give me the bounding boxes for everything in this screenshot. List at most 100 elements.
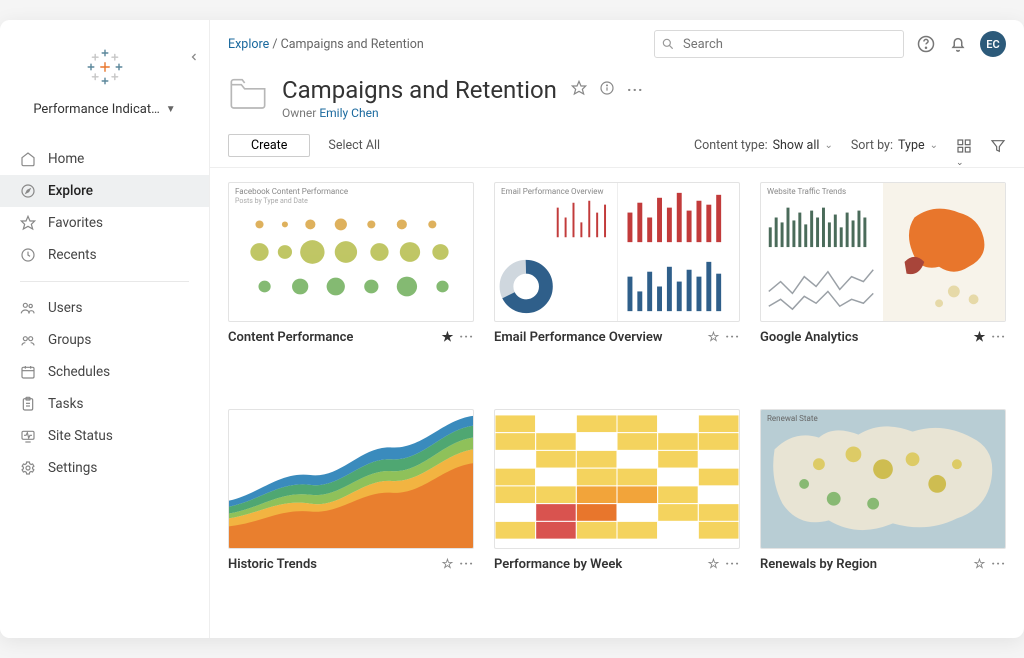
card-footer: Renewals by Region ☆ ···: [760, 549, 1006, 572]
nav-groups[interactable]: Groups: [0, 324, 209, 356]
card-more-button[interactable]: ···: [991, 330, 1006, 345]
caret-down-icon: ▼: [166, 104, 176, 115]
favorite-toggle[interactable]: ☆: [708, 330, 720, 345]
owner-line: Owner Emily Chen: [282, 106, 644, 120]
nav-favorites[interactable]: Favorites: [0, 207, 209, 239]
workbook-card[interactable]: Facebook Content Performance Posts by Ty…: [228, 182, 474, 387]
help-icon[interactable]: [916, 34, 936, 54]
info-icon[interactable]: [599, 80, 615, 100]
search-icon: [661, 36, 675, 55]
favorite-toggle[interactable]: ★: [974, 330, 986, 345]
thumb-title: Facebook Content Performance: [235, 187, 348, 196]
page-title: Campaigns and Retention: [282, 76, 557, 104]
sort-filter[interactable]: Sort by: Type ⌄: [851, 138, 938, 153]
favorite-toggle[interactable]: ☆: [442, 557, 454, 572]
card-thumbnail: [494, 409, 740, 549]
card-name: Google Analytics: [760, 330, 974, 345]
search-box: [654, 30, 904, 58]
favorite-page-button[interactable]: [571, 80, 587, 100]
card-thumbnail: Renewal State: [760, 409, 1006, 549]
create-button[interactable]: Create: [228, 134, 310, 157]
card-name: Email Performance Overview: [494, 330, 708, 345]
users-icon: [20, 300, 36, 316]
nav-home[interactable]: Home: [0, 143, 209, 175]
nav-recents[interactable]: Recents: [0, 239, 209, 271]
card-more-button[interactable]: ···: [459, 330, 474, 345]
workbook-card[interactable]: Website Traffic Trends: [760, 182, 1006, 387]
filter-label: Sort by:: [851, 138, 893, 153]
card-more-button[interactable]: ···: [991, 557, 1006, 572]
card-footer: Performance by Week ☆ ···: [494, 549, 740, 572]
card-name: Content Performance: [228, 330, 442, 345]
nav-label: Site Status: [48, 428, 113, 444]
breadcrumb-current: Campaigns and Retention: [281, 37, 424, 52]
card-thumbnail: Website Traffic Trends: [760, 182, 1006, 322]
owner-link[interactable]: Emily Chen: [319, 106, 378, 120]
content-type-filter[interactable]: Content type: Show all ⌄: [694, 138, 833, 153]
primary-nav: Home Explore Favorites Recents Users G: [0, 135, 209, 492]
workbook-card[interactable]: Historic Trends ☆ ···: [228, 409, 474, 614]
nav-label: Favorites: [48, 215, 103, 231]
filter-label: Content type:: [694, 138, 768, 153]
nav-explore[interactable]: Explore: [0, 175, 209, 207]
sidebar: Performance Indicat… ▼ Home Explore Favo…: [0, 20, 210, 638]
select-all-link[interactable]: Select All: [328, 138, 380, 153]
status-icon: [20, 428, 36, 444]
calendar-icon: [20, 364, 36, 380]
groups-icon: [20, 332, 36, 348]
app-window: Performance Indicat… ▼ Home Explore Favo…: [0, 20, 1024, 638]
nav-label: Explore: [48, 183, 93, 199]
clipboard-icon: [20, 396, 36, 412]
thumb-title: Renewal State: [767, 414, 818, 423]
workbook-card[interactable]: Renewal State: [760, 409, 1006, 614]
search-input[interactable]: [654, 30, 904, 58]
card-name: Performance by Week: [494, 557, 708, 572]
nav-label: Users: [48, 300, 82, 316]
breadcrumb-root[interactable]: Explore: [228, 37, 269, 52]
owner-label: Owner: [282, 106, 316, 120]
card-footer: Google Analytics ★ ···: [760, 322, 1006, 345]
card-more-button[interactable]: ···: [725, 557, 740, 572]
workbook-card[interactable]: Email Performance Overview: [494, 182, 740, 387]
nav-label: Settings: [48, 460, 97, 476]
gear-icon: [20, 460, 36, 476]
clock-icon: [20, 247, 36, 263]
workbook-card[interactable]: Performance by Week ☆ ···: [494, 409, 740, 614]
card-more-button[interactable]: ···: [459, 557, 474, 572]
card-footer: Email Performance Overview ☆ ···: [494, 322, 740, 345]
user-avatar[interactable]: EC: [980, 31, 1006, 57]
nav-label: Recents: [48, 247, 97, 263]
card-more-button[interactable]: ···: [725, 330, 740, 345]
page-title-block: Campaigns and Retention ··· Owner Emily …: [282, 76, 644, 120]
nav-users[interactable]: Users: [0, 292, 209, 324]
nav-schedules[interactable]: Schedules: [0, 356, 209, 388]
breadcrumb: Explore / Campaigns and Retention: [228, 37, 424, 52]
main-content: Explore / Campaigns and Retention EC Cam…: [210, 20, 1024, 638]
collapse-sidebar-button[interactable]: [188, 48, 200, 67]
more-actions-button[interactable]: ···: [627, 81, 644, 99]
nav-site-status[interactable]: Site Status: [0, 420, 209, 452]
filter-button[interactable]: [990, 138, 1006, 154]
folder-icon: [228, 76, 268, 114]
nav-label: Home: [48, 151, 84, 167]
filter-value: Show all: [773, 138, 820, 153]
favorite-toggle[interactable]: ★: [442, 330, 454, 345]
card-footer: Content Performance ★ ···: [228, 322, 474, 345]
compass-icon: [20, 183, 36, 199]
site-picker[interactable]: Performance Indicat… ▼: [0, 98, 209, 135]
site-name: Performance Indicat…: [33, 102, 159, 117]
favorite-toggle[interactable]: ☆: [708, 557, 720, 572]
nav-separator: [20, 281, 189, 282]
notifications-icon[interactable]: [948, 34, 968, 54]
chevron-down-icon: ⌄: [930, 140, 938, 151]
card-thumbnail: Facebook Content Performance Posts by Ty…: [228, 182, 474, 322]
view-mode-button[interactable]: ⌄: [956, 138, 972, 154]
nav-settings[interactable]: Settings: [0, 452, 209, 484]
chevron-down-icon: ⌄: [824, 140, 832, 151]
nav-tasks[interactable]: Tasks: [0, 388, 209, 420]
thumb-subtitle: Posts by Type and Date: [235, 197, 308, 205]
favorite-toggle[interactable]: ☆: [974, 557, 986, 572]
page-header: Campaigns and Retention ··· Owner Emily …: [210, 62, 1024, 130]
star-icon: [20, 215, 36, 231]
breadcrumb-sep: /: [272, 37, 280, 52]
